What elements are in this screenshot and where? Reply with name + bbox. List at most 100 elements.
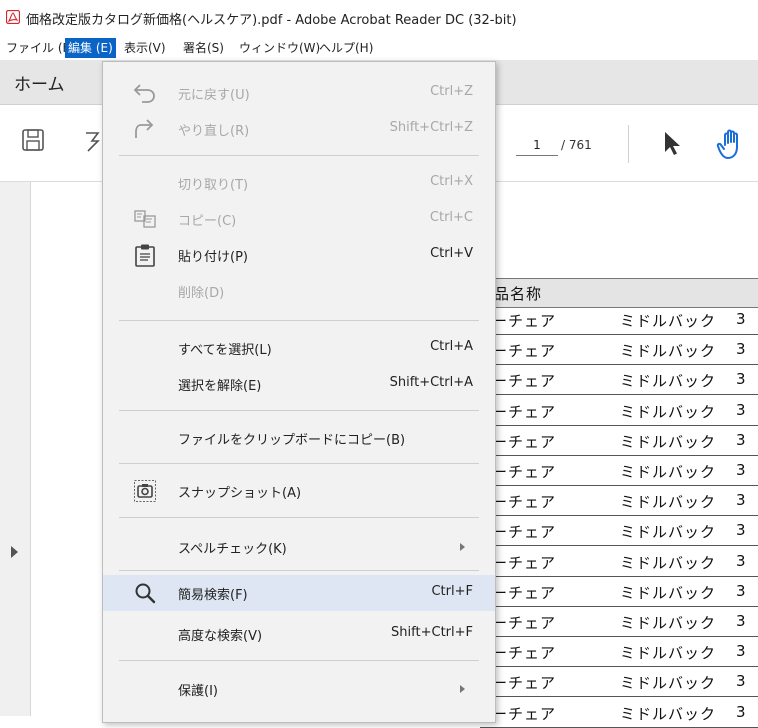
table-cell: ーチェア	[492, 372, 557, 391]
menu-item-deselect[interactable]: 選択を解除(E) Shift+Ctrl+A	[103, 366, 495, 402]
menu-item-protection[interactable]: 保護(I)	[103, 671, 495, 707]
table-cell: ミドルバック	[620, 674, 717, 693]
table-row: ーチェア ミドルバック 3	[480, 458, 758, 486]
table-row: ーチェア ミドルバック 3	[480, 398, 758, 426]
table-header: 品名称	[480, 278, 758, 308]
table-cell: ーチェア	[492, 523, 557, 542]
table-cell: 3	[736, 612, 746, 630]
menu-separator	[119, 660, 479, 661]
table-cell: ーチェア	[492, 644, 557, 663]
table-cell: ミドルバック	[620, 614, 717, 632]
menu-separator	[119, 463, 479, 464]
edit-menu-dropdown: 元に戻す(U) Ctrl+Z やり直し(R) Shift+Ctrl+Z 切り取り…	[102, 61, 496, 723]
table-cell: ミドルバック	[620, 432, 717, 451]
table-cell: 3	[736, 461, 746, 479]
table-cell: ーチェア	[492, 312, 557, 330]
page-number-input[interactable]: 1	[516, 135, 558, 156]
menu-item-advanced-search[interactable]: 高度な検索(V) Shift+Ctrl+F	[103, 616, 495, 652]
table-row: ーチェア ミドルバック 3	[480, 669, 758, 698]
clipboard-icon	[135, 244, 155, 267]
table-cell: ーチェア	[492, 583, 557, 602]
table-cell: ミドルバック	[620, 644, 717, 663]
table-cell: 3	[736, 702, 746, 721]
title-bar: 価格改定版カタログ新価格(ヘルスケア).pdf - Adobe Acrobat …	[0, 0, 758, 34]
table-cell: 3	[736, 581, 746, 600]
page-count: / 761	[561, 138, 592, 152]
menu-item-redo[interactable]: やり直し(R) Shift+Ctrl+Z	[103, 111, 495, 147]
table-row: ーチェア ミドルバック 3	[480, 700, 758, 728]
table-cell: 3	[736, 370, 746, 389]
redo-icon	[135, 119, 154, 138]
column-header-name: 品名称	[494, 285, 543, 303]
star-icon[interactable]	[86, 131, 100, 153]
table-row: ーチェア ミドルバック 3	[480, 367, 758, 396]
table-cell: ーチェア	[492, 674, 557, 693]
hand-tool-icon[interactable]	[716, 127, 748, 161]
expand-panel-icon[interactable]	[11, 546, 18, 558]
menu-view[interactable]: 表示(V)	[121, 38, 169, 58]
table-cell: ーチェア	[492, 614, 557, 632]
table-cell: 3	[736, 521, 746, 540]
table-cell: 3	[736, 430, 746, 449]
table-cell: ミドルバック	[620, 372, 717, 391]
table-cell: ミドルバック	[620, 342, 717, 361]
table-cell: 3	[736, 551, 746, 570]
menu-item-delete[interactable]: 削除(D)	[103, 273, 495, 309]
menu-help[interactable]: ヘルプ(H)	[316, 38, 376, 58]
menu-separator	[119, 320, 479, 321]
menu-bar: ファイル (F) 編集 (E) 表示(V) 署名(S) ウィンドウ(W) ヘルプ…	[0, 34, 758, 60]
menu-separator	[119, 155, 479, 156]
table-cell: 3	[736, 491, 746, 510]
table-row: ーチェア ミドルバック 3	[480, 579, 758, 607]
table-row: ーチェア ミドルバック 3	[480, 337, 758, 366]
table-cell: ーチェア	[492, 432, 557, 451]
toolbar-divider	[628, 125, 629, 163]
menu-item-copy[interactable]: コピー(C) Ctrl+C	[103, 201, 495, 237]
menu-item-select-all[interactable]: すべてを選択(L) Ctrl+A	[103, 330, 495, 366]
menu-item-spell-check[interactable]: スペルチェック(K)	[103, 529, 495, 565]
table-cell: ーチェア	[492, 553, 557, 572]
table-row: ーチェア ミドルバック 3	[480, 609, 758, 637]
left-navigation-panel	[0, 182, 31, 716]
table-cell: ミドルバック	[620, 493, 717, 512]
submenu-arrow-icon	[460, 685, 465, 693]
undo-icon	[133, 84, 155, 103]
menu-edit[interactable]: 編集 (E)	[65, 38, 116, 58]
table-row: ーチェア ミドルバック 3	[480, 549, 758, 577]
table-cell: ーチェア	[492, 493, 557, 512]
table-row: ーチェア ミドルバック 3	[480, 518, 758, 547]
menu-item-find[interactable]: 簡易検索(F) Ctrl+F	[103, 575, 495, 611]
table-cell: ーチェア	[492, 402, 557, 421]
table-cell: ミドルバック	[620, 583, 717, 602]
window-title: 価格改定版カタログ新価格(ヘルスケア).pdf - Adobe Acrobat …	[26, 13, 517, 28]
table-cell: 3	[736, 310, 746, 328]
menu-window[interactable]: ウィンドウ(W)	[236, 38, 323, 58]
table-row: ーチェア ミドルバック 3	[480, 307, 758, 335]
select-cursor-icon[interactable]	[661, 129, 683, 157]
menu-sign[interactable]: 署名(S)	[180, 38, 227, 58]
menu-item-snapshot[interactable]: スナップショット(A)	[103, 473, 495, 509]
table-cell: ミドルバック	[620, 704, 717, 723]
acrobat-pdf-icon	[6, 10, 20, 24]
menu-item-cut[interactable]: 切り取り(T) Ctrl+X	[103, 165, 495, 201]
table-row: ーチェア ミドルバック 3	[480, 639, 758, 668]
copy-icon	[134, 210, 156, 228]
table-cell: 3	[736, 400, 746, 419]
menu-separator	[119, 410, 479, 411]
submenu-arrow-icon	[460, 543, 465, 551]
table-row: ーチェア ミドルバック 3	[480, 428, 758, 456]
menu-item-paste[interactable]: 貼り付け(P) Ctrl+V	[103, 237, 495, 273]
table-row: ーチェア ミドルバック 3	[480, 488, 758, 517]
menu-separator	[119, 517, 479, 518]
table-cell: ミドルバック	[620, 312, 717, 330]
table-cell: ミドルバック	[620, 402, 717, 421]
menu-item-copy-file-to-clipboard[interactable]: ファイルをクリップボードにコピー(B)	[103, 420, 495, 456]
table-cell: 3	[736, 340, 746, 359]
tab-home[interactable]: ホーム	[14, 70, 65, 95]
menu-item-undo[interactable]: 元に戻す(U) Ctrl+Z	[103, 75, 495, 111]
table-cell: ーチェア	[492, 342, 557, 361]
table-cell: ーチェア	[492, 704, 557, 723]
table-cell: 3	[736, 672, 746, 691]
camera-icon	[134, 480, 156, 502]
save-icon[interactable]	[20, 127, 46, 153]
